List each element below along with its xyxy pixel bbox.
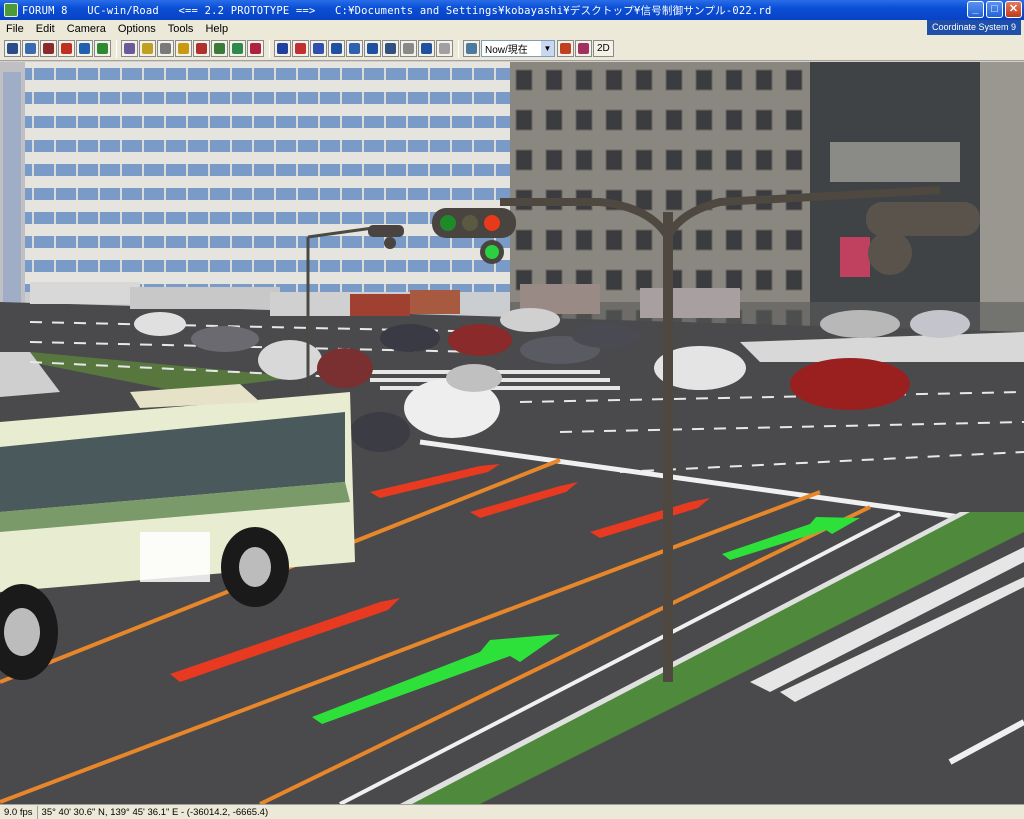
- move-button[interactable]: [310, 40, 327, 57]
- view-button[interactable]: [463, 40, 480, 57]
- road-edit-icon: [7, 43, 18, 54]
- model-button[interactable]: [247, 40, 264, 57]
- walk-button[interactable]: [382, 40, 399, 57]
- window-title: FORUM 8 UC-win/Road <== 2.2 PROTOTYPE ==…: [22, 4, 772, 17]
- zoom-icon: [349, 43, 360, 54]
- route-icon: [214, 43, 225, 54]
- walk-icon: [385, 43, 396, 54]
- model-icon: [250, 43, 261, 54]
- pedestrian-button[interactable]: [76, 40, 93, 57]
- toolbar-separator: [269, 39, 270, 58]
- signal-head-right: [866, 202, 980, 236]
- coordinate-system-badge: Coordinate System 9: [926, 20, 1021, 35]
- tunnel-button[interactable]: [157, 40, 174, 57]
- anchor-button[interactable]: [292, 40, 309, 57]
- building-button[interactable]: [121, 40, 138, 57]
- scenario-icon: [232, 43, 243, 54]
- anchor-icon: [295, 43, 306, 54]
- toolbar-separator: [458, 39, 459, 58]
- app-icon: [4, 3, 18, 17]
- terrain-icon: [142, 43, 153, 54]
- rotate-icon: [277, 43, 288, 54]
- drive-button[interactable]: [418, 40, 435, 57]
- mode-2d-button[interactable]: 2D: [593, 40, 614, 57]
- flag-icon: [578, 43, 589, 54]
- menu-edit[interactable]: Edit: [30, 23, 61, 35]
- menu-tools[interactable]: Tools: [162, 23, 200, 35]
- route-button[interactable]: [211, 40, 228, 57]
- pedestrian-icon: [79, 43, 90, 54]
- menu-bar: File Edit Camera Options Tools Help: [0, 20, 1024, 37]
- pan-button[interactable]: [328, 40, 345, 57]
- pause-icon: [403, 43, 414, 54]
- pause-button[interactable]: [400, 40, 417, 57]
- person-button[interactable]: [58, 40, 75, 57]
- position-readout: 35° 40' 30.6" N, 139° 45' 36.1" E - (-36…: [41, 806, 269, 818]
- fly-icon: [439, 43, 450, 54]
- minimize-button[interactable]: _: [967, 1, 984, 18]
- toolbar-separator: [116, 39, 117, 58]
- menu-options[interactable]: Options: [112, 23, 162, 35]
- road-section-icon: [25, 43, 36, 54]
- menu-file[interactable]: File: [0, 23, 30, 35]
- move-icon: [313, 43, 324, 54]
- person-icon: [61, 43, 72, 54]
- tunnel-icon: [160, 43, 171, 54]
- terrain-button[interactable]: [139, 40, 156, 57]
- scenario-button[interactable]: [229, 40, 246, 57]
- zoom-button[interactable]: [346, 40, 363, 57]
- building-icon: [124, 43, 135, 54]
- vehicle-icon: [196, 43, 207, 54]
- sign-icon: [178, 43, 189, 54]
- pan-icon: [331, 43, 342, 54]
- drive-icon: [421, 43, 432, 54]
- close-button[interactable]: ✕: [1005, 1, 1022, 18]
- road-edit-button[interactable]: [4, 40, 21, 57]
- sign-button[interactable]: [175, 40, 192, 57]
- title-bar: FORUM 8 UC-win/Road <== 2.2 PROTOTYPE ==…: [0, 0, 1024, 20]
- chevron-down-icon: ▼: [541, 41, 554, 56]
- globe-button[interactable]: [364, 40, 381, 57]
- globe-icon: [367, 43, 378, 54]
- vehicle-button[interactable]: [193, 40, 210, 57]
- view-icon: [466, 43, 477, 54]
- rotate-button[interactable]: [274, 40, 291, 57]
- toolbar: Now/現在 ▼ 2D: [0, 37, 1024, 61]
- 3d-viewport[interactable]: [0, 62, 1024, 804]
- road-section-button[interactable]: [22, 40, 39, 57]
- car-button[interactable]: [40, 40, 57, 57]
- flag-button[interactable]: [575, 40, 592, 57]
- weather-button[interactable]: [557, 40, 574, 57]
- time-select[interactable]: Now/現在 ▼: [481, 40, 555, 57]
- menu-help[interactable]: Help: [199, 23, 234, 35]
- time-select-value: Now/現在: [485, 45, 528, 56]
- tree-icon: [97, 43, 108, 54]
- fly-button[interactable]: [436, 40, 453, 57]
- status-bar: 9.0 fps 35° 40' 30.6" N, 139° 45' 36.1" …: [0, 804, 1024, 819]
- fps-readout: 9.0 fps: [0, 805, 38, 819]
- maximize-button[interactable]: □: [986, 1, 1003, 18]
- weather-icon: [560, 43, 571, 54]
- tree-button[interactable]: [94, 40, 111, 57]
- car-icon: [43, 43, 54, 54]
- menu-camera[interactable]: Camera: [61, 23, 112, 35]
